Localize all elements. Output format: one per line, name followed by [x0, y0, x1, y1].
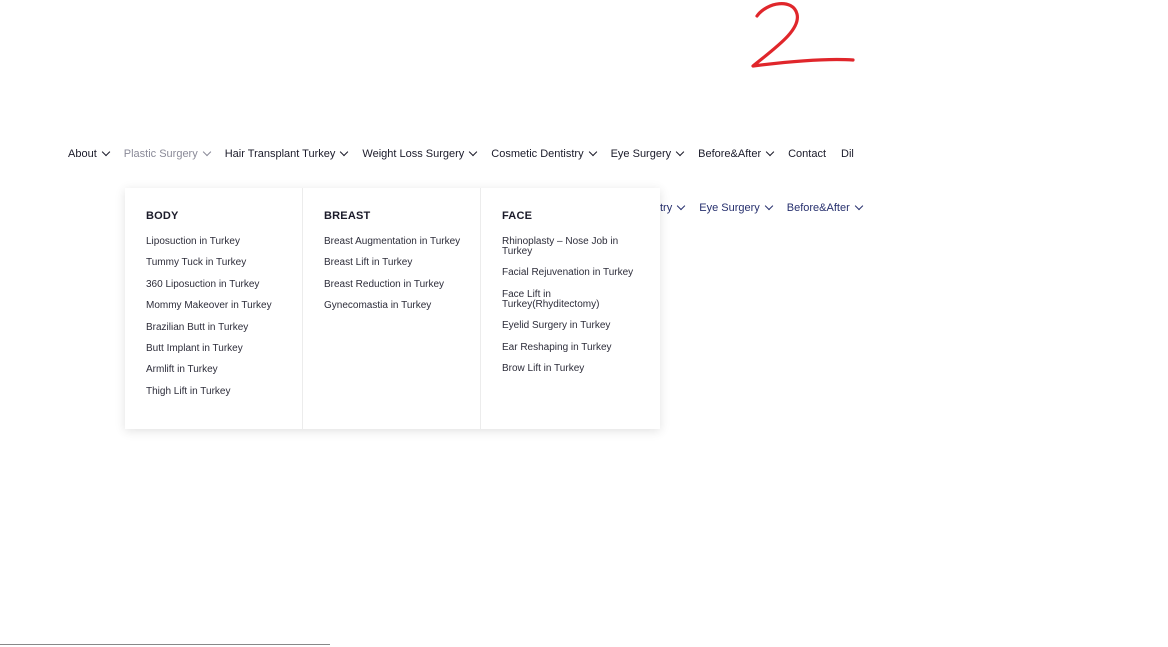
menu-link-list: Liposuction in Turkey Tummy Tuck in Turke…: [146, 237, 302, 397]
menu-link[interactable]: Butt Implant in Turkey: [146, 343, 302, 354]
nav-item-contact[interactable]: Contact: [788, 148, 826, 160]
chevron-down-icon: [202, 147, 211, 157]
menu-link[interactable]: Ear Reshaping in Turkey: [502, 342, 660, 353]
menu-link[interactable]: Armlift in Turkey: [146, 365, 302, 375]
menu-link[interactable]: Breast Reduction in Turkey: [324, 279, 480, 290]
menu-link[interactable]: Eyelid Surgery in Turkey: [502, 321, 660, 331]
background-nav-item[interactable]: try: [660, 201, 686, 214]
menu-link[interactable]: Breast Lift in Turkey: [324, 258, 480, 268]
nav-item-label: Weight Loss Surgery: [362, 148, 465, 160]
menu-link[interactable]: Rhinoplasty – Nose Job in Turkey: [502, 237, 660, 257]
background-nav-label: Eye Surgery: [699, 202, 760, 214]
chevron-down-icon: [676, 201, 686, 211]
main-nav: About Plastic Surgery Hair Transplant Turk…: [68, 146, 869, 162]
menu-column-breast: BREAST Breast Augmentation in Turkey Breas…: [303, 188, 481, 429]
nav-item-weight-loss-surgery[interactable]: Weight Loss Surgery: [362, 147, 478, 160]
chevron-down-icon: [101, 147, 110, 157]
background-nav-item[interactable]: Eye Surgery: [699, 201, 774, 214]
menu-link[interactable]: Gynecomastia in Turkey: [324, 301, 480, 311]
menu-link[interactable]: Breast Augmentation in Turkey: [324, 237, 480, 247]
menu-column-face: FACE Rhinoplasty – Nose Job in Turkey Faci…: [481, 188, 660, 429]
menu-link-list: Breast Augmentation in Turkey Breast Lift…: [324, 237, 480, 311]
menu-link[interactable]: Brow Lift in Turkey: [502, 363, 660, 374]
handwritten-number-annotation: [751, 2, 855, 68]
chevron-down-icon: [854, 201, 863, 211]
nav-item-label: Cosmetic Dentistry: [491, 148, 584, 160]
chevron-down-icon: [764, 201, 774, 211]
nav-item-label: About: [68, 148, 97, 160]
chevron-down-icon: [765, 147, 775, 157]
nav-item-hair-transplant-turkey[interactable]: Hair Transplant Turkey: [224, 147, 349, 160]
chevron-down-icon: [675, 147, 685, 157]
nav-item-label: Dil: [841, 148, 854, 160]
menu-link-list: Rhinoplasty – Nose Job in Turkey Facial R…: [502, 237, 660, 374]
chevron-down-icon: [469, 147, 478, 157]
menu-link[interactable]: Thigh Lift in Turkey: [146, 386, 302, 397]
menu-column-title: BODY: [146, 210, 179, 222]
menu-column-body: BODY Liposuction in Turkey Tummy Tuck in T…: [125, 188, 303, 429]
nav-item-label: Plastic Surgery: [123, 148, 198, 160]
menu-link[interactable]: 360 Liposuction in Turkey: [146, 279, 302, 290]
background-nav-label: try: [660, 202, 673, 214]
nav-item-label: Before&After: [698, 148, 762, 160]
menu-column-title: BREAST: [324, 210, 371, 222]
nav-item-eye-surgery[interactable]: Eye Surgery: [610, 147, 685, 160]
menu-link[interactable]: Face Lift in Turkey(Rhyditectomy): [502, 289, 660, 310]
menu-link[interactable]: Brazilian Butt in Turkey: [146, 322, 302, 333]
chevron-down-icon: [340, 147, 349, 157]
nav-item-label: Eye Surgery: [610, 148, 672, 160]
nav-item-before-after[interactable]: Before&After: [698, 147, 775, 160]
nav-item-plastic-surgery[interactable]: Plastic Surgery: [123, 147, 211, 160]
menu-column-title: FACE: [502, 210, 533, 222]
background-nav-partial: try Eye Surgery Before&After: [660, 201, 877, 214]
menu-link[interactable]: Tummy Tuck in Turkey: [146, 258, 302, 268]
bottom-divider: [0, 644, 330, 645]
background-nav-item[interactable]: Before&After: [786, 201, 863, 214]
nav-item-about[interactable]: About: [68, 147, 110, 160]
menu-link[interactable]: Facial Rejuvenation in Turkey: [502, 268, 660, 278]
background-nav-label: Before&After: [786, 202, 850, 214]
chevron-down-icon: [588, 147, 597, 157]
nav-item-label: Contact: [788, 148, 827, 160]
nav-item-dil[interactable]: Dil: [841, 148, 854, 160]
menu-link[interactable]: Mommy Makeover in Turkey: [146, 301, 302, 311]
nav-item-label: Hair Transplant Turkey: [224, 148, 336, 160]
nav-item-cosmetic-dentistry[interactable]: Cosmetic Dentistry: [491, 147, 597, 160]
plastic-surgery-mega-menu: BODY Liposuction in Turkey Tummy Tuck in T…: [125, 188, 660, 429]
menu-link[interactable]: Liposuction in Turkey: [146, 237, 302, 247]
